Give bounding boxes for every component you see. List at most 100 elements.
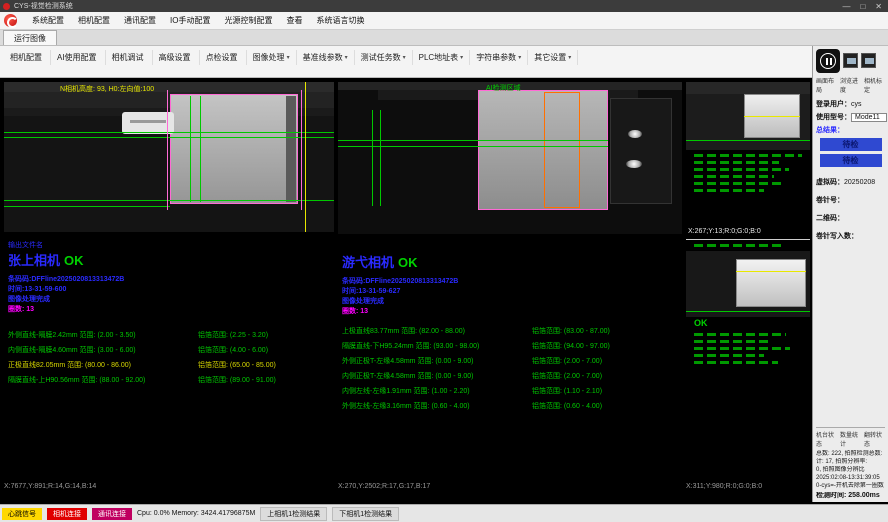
aux-views-column: X:267;Y:13;R:0;G:0;B:0 OK [686, 82, 810, 482]
result-box-upper: 待检 [820, 138, 882, 151]
toolbar-plc-address-table[interactable]: PLC地址表▾ [413, 50, 471, 65]
left-camera-image[interactable]: N相机高度: 93, H0:左向值:100 [4, 82, 334, 232]
toolbar-advanced-settings[interactable]: 高级设置 [153, 50, 200, 65]
left-camera-info: 输出文件名 张上相机OK 条码码:DFFline2025020813313472… [4, 232, 334, 385]
close-button[interactable]: ✕ [875, 2, 882, 11]
maximize-button[interactable]: □ [860, 2, 865, 11]
aux-view-1-coords: X:267;Y:13;R:0;G:0;B:0 [686, 226, 810, 237]
pause-button[interactable] [816, 49, 840, 73]
aux-image-pixel-coords: X:311;Y:980;R:0;G:0;B:0 [686, 483, 762, 490]
stats-tab-machine[interactable]: 机台状态 [816, 430, 837, 448]
menu-camera-config[interactable]: 相机配置 [71, 12, 117, 29]
overlay-text-lines [694, 154, 802, 157]
right-camera-status: OK [398, 255, 418, 270]
main-content: N相机高度: 93, H0:左向值:100 输出文件名 张上相机OK 条码码:D… [0, 78, 812, 502]
measure-vline [190, 96, 191, 202]
overlay-text-lines [694, 333, 786, 336]
aux-view-2-status: OK [686, 317, 810, 329]
measure-line [338, 140, 608, 141]
spacer [816, 241, 885, 427]
right-process-status: 图像处理完成 [342, 297, 678, 307]
mini-tab-layout[interactable]: 画面布局 [816, 76, 837, 94]
toolbar-baseline-params[interactable]: 基准线参数▾ [297, 50, 355, 65]
minimize-button[interactable]: — [842, 2, 850, 11]
right-image-pixel-coords: X:270,Y:2502;R:17,G:17,B:17 [338, 483, 430, 490]
measure-vline [200, 96, 201, 202]
toolbar-image-processing[interactable]: 图像处理▾ [247, 50, 297, 65]
window-title: CYS-视觉检测系统 [14, 1, 842, 11]
winding-pin-row: 卷针号： [816, 195, 885, 205]
result-box-lower: 待检 [820, 154, 882, 167]
model-row: 使用型号：Mode11 [816, 112, 885, 122]
right-camera-info: 游弋相机OK 条码码:DFFline2025020813313472B 时间:1… [338, 234, 682, 411]
menu-language-switch[interactable]: 系统语言切换 [309, 12, 371, 29]
ref-line-yellow [736, 271, 806, 272]
connector-slot [130, 120, 166, 123]
toolbar-spot-check[interactable]: 点检设置 [200, 50, 247, 65]
camera-view-button[interactable] [861, 53, 876, 68]
virtual-code-value: 20250208 [844, 179, 875, 186]
aux-view-2[interactable]: OK [686, 244, 810, 364]
toolbar-camera-config[interactable]: 相机配置 [4, 50, 51, 65]
toolbar-string-params[interactable]: 字符串参数▾ [470, 50, 528, 65]
left-process-status: 图像处理完成 [8, 295, 330, 305]
machine-frame-top [4, 82, 334, 92]
measurement-row: 隔膜直线-下H95.24mm 范围: (93.00 - 98.00)铝箔范围: … [342, 342, 678, 351]
mini-tab-progress[interactable]: 浏览进度 [840, 76, 861, 94]
left-image-overlay-text: N相机高度: 93, H0:左向值:100 [60, 84, 154, 94]
write-count-row: 卷针写入数： [816, 231, 885, 241]
ref-line-yellow [305, 82, 306, 232]
stats-tab-counts[interactable]: 数量统计 [840, 430, 861, 448]
left-camera-status: OK [64, 253, 84, 268]
menu-system-config[interactable]: 系统配置 [25, 12, 71, 29]
aux-view-2-image[interactable] [686, 251, 810, 317]
title-bar: CYS-视觉检测系统 — □ ✕ [0, 0, 888, 12]
toolbar-ai-usage-config[interactable]: AI使用配置 [51, 50, 106, 65]
overlay-text-lines [694, 340, 772, 343]
aux-view-1[interactable]: X:267;Y:13;R:0;G:0;B:0 [686, 82, 810, 237]
measurement-row: 隔膜直线-上H90.56mm 范围: (88.00 - 92.00)铝箔范围: … [8, 376, 330, 385]
menu-comm-config[interactable]: 通讯配置 [117, 12, 163, 29]
measure-vline [380, 110, 381, 206]
toolbar-test-tasks[interactable]: 测试任务数▾ [355, 50, 413, 65]
toolbar-other-settings[interactable]: 其它设置▾ [528, 50, 578, 65]
right-camera-subtitle [342, 242, 678, 250]
stats-line: 0, 拍照图像分辨比 [816, 466, 885, 474]
machine-stats-block: 机台状态 数量统计 翻转状态 总数: 222, 拍照检测总数: 计: 17, 拍… [816, 427, 885, 500]
pause-icon [820, 53, 836, 69]
left-time: 时间:13-31-59-600 [8, 285, 330, 295]
ref-line-yellow [744, 116, 800, 117]
machine-frame-top [686, 82, 810, 94]
overlay-text-lines [694, 189, 764, 192]
cell-block-edge [286, 96, 296, 202]
toolbar-camera-debug[interactable]: 相机调试 [106, 50, 153, 65]
mini-tab-calibration[interactable]: 相机标定 [864, 76, 885, 94]
right-measurements: 上极直线83.77mm 范围: (82.00 - 88.00)铝箔范围: (83… [342, 327, 678, 411]
left-camera-panel: N相机高度: 93, H0:左向值:100 输出文件名 张上相机OK 条码码:D… [4, 82, 334, 482]
spacer [686, 196, 810, 226]
login-user-row: 登录用户：cys [816, 99, 885, 109]
ai-region-label: AI检测区域 [486, 83, 521, 93]
brand-logo-icon [4, 14, 17, 27]
right-time: 时间:13-31-59-627 [342, 287, 678, 297]
tab-strip: 运行图像 [0, 30, 888, 46]
lower-camera-result-label: 下相机1检测结果 [332, 507, 399, 521]
tab-run-image[interactable]: 运行图像 [3, 30, 57, 45]
model-select[interactable]: Mode11 [851, 113, 887, 122]
stats-tab-flip[interactable]: 翻转状态 [864, 430, 885, 448]
overlay-text-lines [694, 347, 790, 350]
aux-view-1-image[interactable] [686, 82, 810, 150]
menu-view[interactable]: 查看 [279, 12, 309, 29]
app-logo-icon [3, 3, 10, 10]
right-camera-image[interactable]: AI检测区域 [338, 82, 682, 234]
menu-io-manual-config[interactable]: IO手动配置 [163, 12, 217, 29]
overlay-text-lines [694, 182, 784, 185]
edge-line-magenta [167, 90, 168, 210]
image-view-button[interactable] [843, 53, 858, 68]
measurement-row: 内侧正极T-左缘4.58mm 范围: (0.00 - 9.00)铝箔范围: (2… [342, 372, 678, 381]
left-image-pixel-coords: X:7677,Y:891;R:14,G:14,B:14 [4, 483, 96, 490]
stats-tabs: 机台状态 数量统计 翻转状态 [816, 430, 885, 448]
menu-light-control-config[interactable]: 光源控制配置 [217, 12, 279, 29]
app-window: CYS-视觉检测系统 — □ ✕ 系统配置 相机配置 通讯配置 IO手动配置 光… [0, 0, 888, 522]
cpu-memory-readout: Cpu: 0.0% Memory: 3424.41796875M [137, 510, 255, 517]
